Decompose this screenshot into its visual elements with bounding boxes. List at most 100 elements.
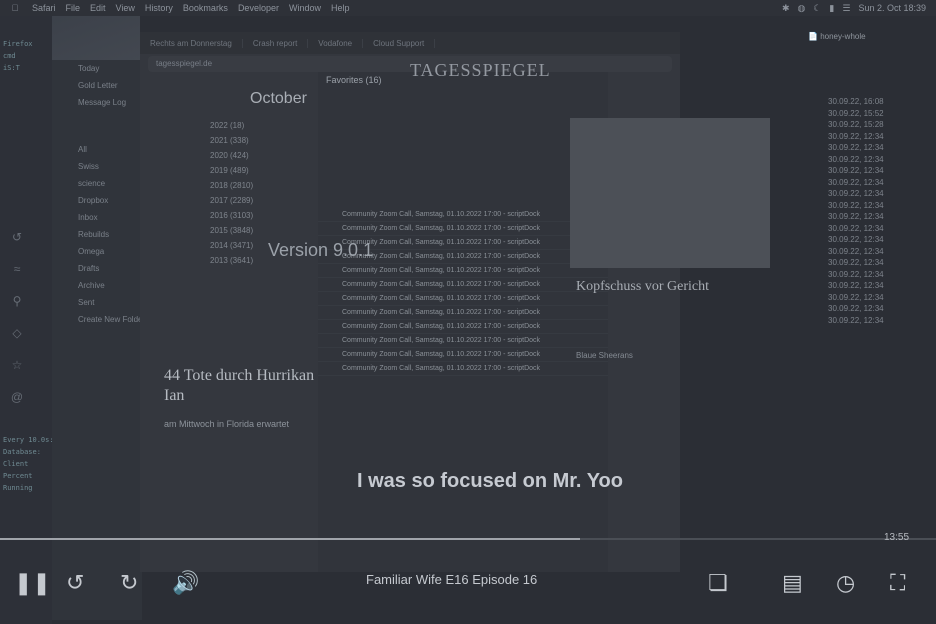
feed-row[interactable]: Community Zoom Call, Samstag, 01.10.2022…: [318, 334, 608, 348]
mail-folder[interactable]: Swiss: [52, 158, 142, 175]
mail-folder[interactable]: science: [52, 175, 142, 192]
pause-icon[interactable]: ❚❚: [14, 570, 51, 596]
video-progress-bar[interactable]: [0, 538, 936, 540]
feed-row[interactable]: Community Zoom Call, Samstag, 01.10.2022…: [318, 264, 608, 278]
year-item[interactable]: 2015 (3848): [150, 223, 290, 238]
file-row[interactable]: 30.09.22, 12:34: [810, 280, 936, 292]
browser-tab[interactable]: Crash report: [243, 38, 309, 48]
episode-title: Familiar Wife E16 Episode 16: [366, 572, 538, 587]
file-row[interactable]: 30.09.22, 12:34: [810, 315, 936, 327]
bluetooth-icon[interactable]: ✱: [782, 3, 790, 14]
wifi-icon[interactable]: ◍: [797, 3, 805, 14]
mail-folder[interactable]: Message Log: [52, 94, 142, 111]
menu-item-window[interactable]: Window: [289, 3, 321, 13]
fullscreen-icon[interactable]: ⛶: [890, 570, 905, 596]
menu-item-view[interactable]: View: [116, 3, 135, 13]
browser-tab[interactable]: Vodafone: [308, 38, 364, 48]
menu-item-history[interactable]: History: [145, 3, 173, 13]
menubar-datetime[interactable]: Sun 2. Oct 18:39: [858, 3, 926, 13]
file-row[interactable]: 30.09.22, 12:34: [810, 257, 936, 269]
skip-forward-10-icon[interactable]: ↻: [120, 570, 138, 596]
mail-folder[interactable]: Rebuilds: [52, 226, 142, 243]
skip-back-10-icon[interactable]: ↺: [66, 570, 84, 596]
file-row[interactable]: 30.09.22, 12:34: [810, 200, 936, 212]
menu-item-help[interactable]: Help: [331, 3, 350, 13]
mail-folder[interactable]: Gold Letter: [52, 77, 142, 94]
file-row[interactable]: 30.09.22, 12:34: [810, 303, 936, 315]
mail-folder[interactable]: Today: [52, 60, 142, 77]
file-row[interactable]: 30.09.22, 12:34: [810, 188, 936, 200]
app-rail: ↺ ≈ ⚲ ◇ ☆ @: [6, 230, 28, 404]
tab-bar: Rechts am Donnerstag Crash report Vodafo…: [140, 32, 680, 54]
feed-row[interactable]: Community Zoom Call, Samstag, 01.10.2022…: [318, 306, 608, 320]
share-icon[interactable]: ↺: [6, 230, 28, 244]
feed-row[interactable]: Community Zoom Call, Samstag, 01.10.2022…: [318, 222, 608, 236]
file-row[interactable]: 30.09.22, 12:34: [810, 142, 936, 154]
year-item[interactable]: 2016 (3103): [150, 208, 290, 223]
terminal-line: cmd: [3, 52, 16, 60]
newspaper-title: TAGESSPIEGEL: [410, 60, 551, 80]
feed-row[interactable]: Community Zoom Call, Samstag, 01.10.2022…: [318, 362, 608, 376]
file-row[interactable]: 30.09.22, 12:34: [810, 177, 936, 189]
file-row[interactable]: 30.09.22, 12:34: [810, 246, 936, 258]
year-item[interactable]: 2019 (489): [150, 163, 290, 178]
search-icon[interactable]: ⚲: [6, 294, 28, 308]
menu-item-developer[interactable]: Developer: [238, 3, 279, 13]
control-center-icon[interactable]: ☰: [842, 3, 850, 14]
file-row[interactable]: 30.09.22, 12:34: [810, 223, 936, 235]
battery-icon[interactable]: ▮: [829, 3, 834, 14]
file-row[interactable]: 30.09.22, 12:34: [810, 154, 936, 166]
news-headline[interactable]: 44 Tote durch Hurrikan Ian: [164, 366, 334, 406]
mail-folder[interactable]: Drafts: [52, 260, 142, 277]
at-icon[interactable]: @: [6, 390, 28, 404]
article-photo[interactable]: [570, 118, 770, 268]
mail-folder[interactable]: All: [52, 141, 142, 158]
menu-item-safari[interactable]: Safari: [32, 3, 56, 13]
star-icon[interactable]: ☆: [6, 358, 28, 372]
file-row[interactable]: 30.09.22, 12:34: [810, 234, 936, 246]
feed-row[interactable]: Community Zoom Call, Samstag, 01.10.2022…: [318, 292, 608, 306]
terminal-line: Client: [3, 460, 29, 468]
mail-folder[interactable]: Create New Folder: [52, 311, 142, 328]
apple-logo-icon[interactable]: : [8, 3, 22, 13]
menu-item-edit[interactable]: Edit: [90, 3, 106, 13]
year-item[interactable]: 2022 (18): [150, 118, 290, 133]
year-item[interactable]: 2021 (338): [150, 133, 290, 148]
year-item[interactable]: 2017 (2289): [150, 193, 290, 208]
file-row[interactable]: 30.09.22, 12:34: [810, 131, 936, 143]
mail-folder[interactable]: Inbox: [52, 209, 142, 226]
tag-icon[interactable]: ◇: [6, 326, 28, 340]
mail-folder[interactable]: Archive: [52, 277, 142, 294]
menu-item-file[interactable]: File: [66, 3, 81, 13]
mail-folder[interactable]: Dropbox: [52, 192, 142, 209]
browser-tab[interactable]: Cloud Support: [363, 38, 436, 48]
file-row[interactable]: 30.09.22, 15:52: [810, 108, 936, 120]
year-item[interactable]: 2018 (2810): [150, 178, 290, 193]
finder-document[interactable]: 📄 honey-whole: [808, 32, 936, 41]
signal-icon[interactable]: ≈: [6, 262, 28, 276]
article-headline[interactable]: Kopfschuss vor Gericht: [576, 278, 776, 296]
moon-icon[interactable]: ☾: [813, 3, 821, 14]
feed-row[interactable]: Community Zoom Call, Samstag, 01.10.2022…: [318, 320, 608, 334]
terminal-line: Database:: [3, 448, 41, 456]
menu-item-bookmarks[interactable]: Bookmarks: [183, 3, 228, 13]
file-row[interactable]: 30.09.22, 15:28: [810, 119, 936, 131]
feed-row[interactable]: Community Zoom Call, Samstag, 01.10.2022…: [318, 348, 608, 362]
volume-icon[interactable]: 🔊: [172, 570, 199, 596]
file-row[interactable]: 30.09.22, 12:34: [810, 165, 936, 177]
file-row[interactable]: 30.09.22, 12:34: [810, 211, 936, 223]
file-row[interactable]: 30.09.22, 12:34: [810, 269, 936, 281]
feed-row[interactable]: Community Zoom Call, Samstag, 01.10.2022…: [318, 278, 608, 292]
speed-icon[interactable]: ◷: [836, 570, 855, 596]
mail-folder[interactable]: Sent: [52, 294, 142, 311]
browser-tab[interactable]: Rechts am Donnerstag: [140, 38, 243, 48]
file-row[interactable]: 30.09.22, 12:34: [810, 292, 936, 304]
year-item[interactable]: 2020 (424): [150, 148, 290, 163]
feed-row[interactable]: Community Zoom Call, Samstag, 01.10.2022…: [318, 208, 608, 222]
mail-folder[interactable]: Omega: [52, 243, 142, 260]
episodes-icon[interactable]: ❏: [708, 570, 728, 596]
file-row[interactable]: 30.09.22, 16:08: [810, 96, 936, 108]
version-text: Version 9.0.1: [268, 240, 374, 260]
terminal-line: Every 10.0s: ss: [3, 436, 52, 444]
subtitles-icon[interactable]: ▤: [782, 570, 803, 596]
